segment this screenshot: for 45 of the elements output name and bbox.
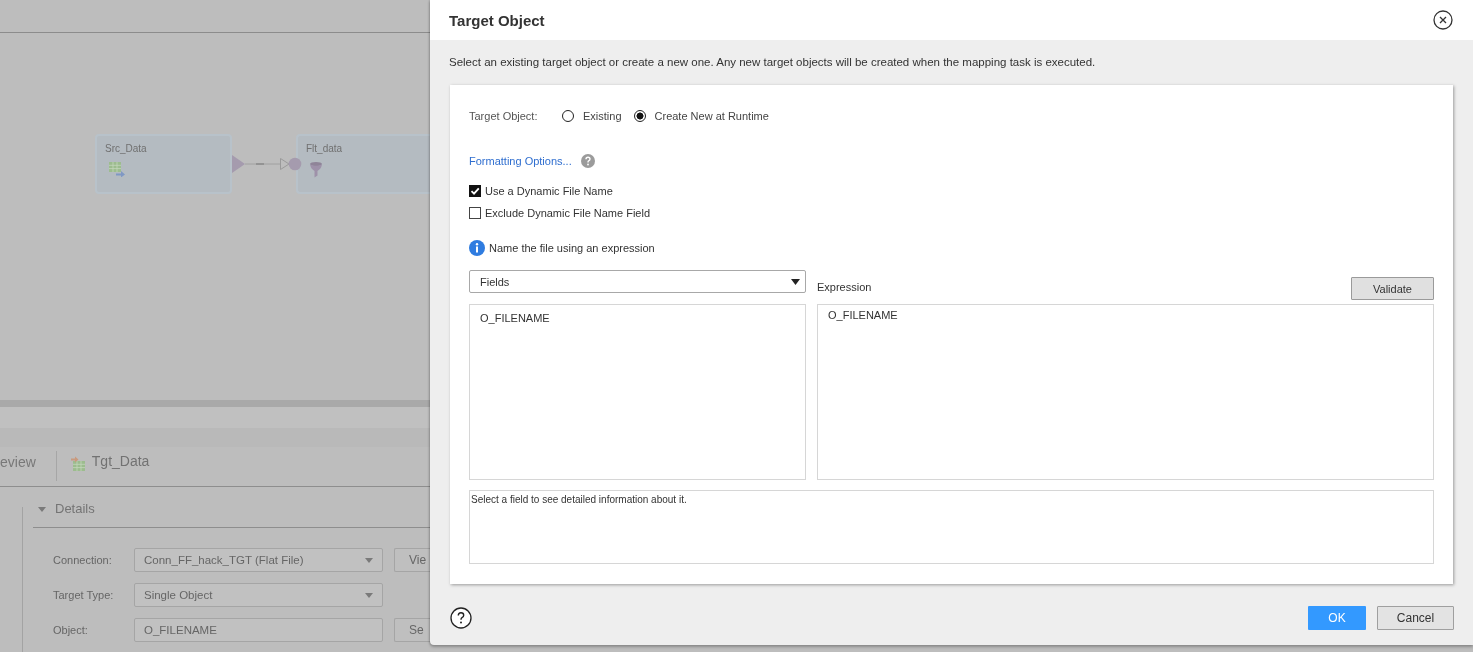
field-label: Target Object: xyxy=(469,110,539,122)
radio-label[interactable]: Existing xyxy=(583,110,622,122)
close-icon[interactable] xyxy=(1433,10,1453,30)
node-label: Flt_data xyxy=(306,143,343,155)
select-field[interactable]: Single Object xyxy=(134,583,383,607)
field-label: Connection: xyxy=(53,554,113,566)
node-label: Src_Data xyxy=(105,143,147,155)
radio-button[interactable] xyxy=(562,110,574,122)
field-list[interactable]: O_FILENAME xyxy=(469,304,806,480)
cancel-button[interactable]: Cancel xyxy=(1377,605,1454,630)
checkbox[interactable] xyxy=(469,207,481,219)
table-arrow-icon xyxy=(109,162,125,177)
select-field[interactable]: Fields xyxy=(469,270,806,293)
mapping-node[interactable]: Src_Data xyxy=(95,134,232,194)
field-description: Select a field to see detailed information about it. xyxy=(469,490,1434,564)
checkbox-label[interactable]: Exclude Dynamic File Name Field xyxy=(485,207,651,219)
caret-icon xyxy=(365,557,373,563)
radio-label[interactable]: Create New at Runtime xyxy=(654,110,769,122)
description-text: Select an existing target object or create a new one. Any new target objects will be created when the mapping task is executed. xyxy=(448,55,1097,70)
field-label: Target Type: xyxy=(53,589,115,601)
link[interactable]: Formatting Options... xyxy=(469,155,572,167)
field-label: Expression xyxy=(817,280,872,293)
select-field[interactable]: Conn_FF_hack_TGT (Flat File) xyxy=(134,548,383,572)
input-field[interactable]: O_FILENAME xyxy=(134,618,383,642)
validate-button[interactable]: Validate xyxy=(1351,277,1434,300)
info-icon xyxy=(469,240,485,256)
checkbox-label[interactable]: Use a Dynamic File Name xyxy=(485,185,613,197)
checkbox[interactable] xyxy=(469,185,481,197)
object-title: Tgt_Data xyxy=(91,452,150,470)
caret-icon xyxy=(365,592,373,598)
ok-button[interactable]: OK xyxy=(1308,605,1366,630)
field-label: Object: xyxy=(53,624,89,636)
caret-icon xyxy=(791,278,800,285)
action-button[interactable]: Vie xyxy=(394,548,430,572)
radio-button[interactable] xyxy=(633,110,646,122)
help-icon[interactable] xyxy=(450,606,472,629)
funnel-icon xyxy=(310,162,322,178)
table-arrow-icon xyxy=(70,456,85,471)
dialog-title: Target Object xyxy=(449,11,545,29)
list-item[interactable]: O_FILENAME xyxy=(470,309,805,327)
mapping-node[interactable]: Flt_data xyxy=(296,134,430,194)
connector-arrow xyxy=(232,154,302,174)
info-text: Name the file using an expression xyxy=(489,242,655,254)
action-button[interactable]: Se xyxy=(394,618,430,642)
expression-editor[interactable]: O_FILENAME xyxy=(817,304,1434,480)
